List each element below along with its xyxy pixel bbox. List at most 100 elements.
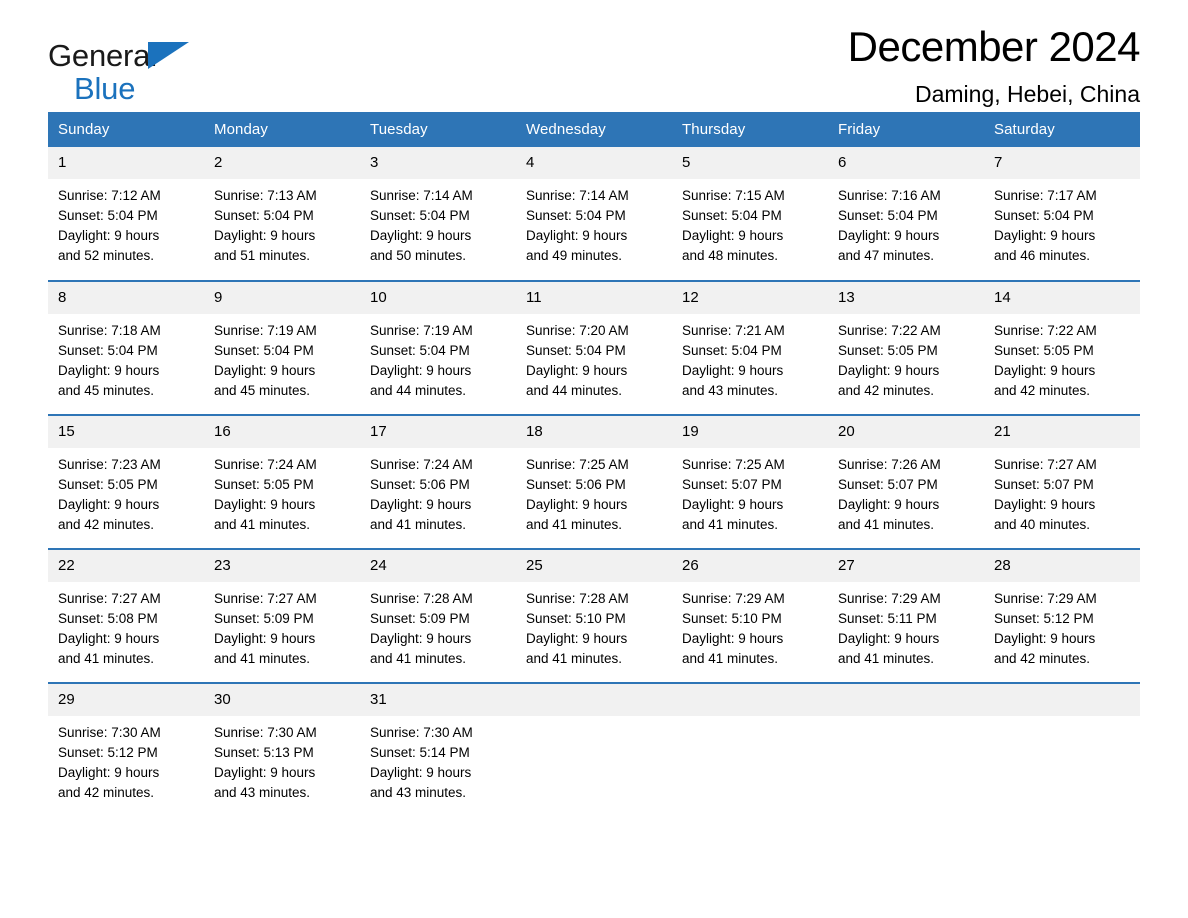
day-number: 22 — [48, 550, 204, 582]
page-header: General Blue December 2024 Daming, Hebei… — [48, 0, 1141, 112]
calendar-day-cell[interactable]: 6 Sunrise: 7:16 AM Sunset: 5:04 PM Daylight… — [828, 147, 984, 281]
sunrise-text: Sunrise: 7:29 AM — [682, 591, 785, 606]
sunset-text: Sunset: 5:04 PM — [214, 208, 314, 223]
calendar-day-cell-empty — [672, 682, 828, 817]
daylight-text-cont: and 41 minutes. — [838, 517, 935, 532]
calendar-day-cell[interactable]: 9 Sunrise: 7:19 AM Sunset: 5:04 PM Daylight… — [204, 280, 360, 415]
daylight-text-cont: and 42 minutes. — [58, 517, 155, 532]
day-number: 15 — [48, 416, 204, 448]
day-number — [984, 684, 1140, 716]
day-number: 16 — [204, 416, 360, 448]
calendar-day-cell[interactable]: 18 Sunrise: 7:25 AM Sunset: 5:06 PM Dayligh… — [516, 414, 672, 549]
calendar-day-cell[interactable]: 14 Sunrise: 7:22 AM Sunset: 5:05 PM Dayligh… — [984, 280, 1140, 415]
daylight-text-cont: and 41 minutes. — [838, 651, 935, 666]
daylight-text: Daylight: 9 hours — [838, 497, 940, 512]
calendar-day-cell[interactable]: 17 Sunrise: 7:24 AM Sunset: 5:06 PM Dayligh… — [360, 414, 516, 549]
daylight-text: Daylight: 9 hours — [58, 631, 160, 646]
calendar-day-cell[interactable]: 16 Sunrise: 7:24 AM Sunset: 5:05 PM Dayligh… — [204, 414, 360, 549]
daylight-text: Daylight: 9 hours — [526, 497, 628, 512]
day-number: 28 — [984, 550, 1140, 582]
calendar-day-cell[interactable]: 19 Sunrise: 7:25 AM Sunset: 5:07 PM Dayligh… — [672, 414, 828, 549]
daylight-text-cont: and 52 minutes. — [58, 248, 155, 263]
daylight-text: Daylight: 9 hours — [994, 363, 1096, 378]
sunrise-sunset-calendar-table: Sunday Monday Tuesday Wednesday Thursday… — [48, 112, 1140, 817]
calendar-day-cell[interactable]: 2 Sunrise: 7:13 AM Sunset: 5:04 PM Daylight… — [204, 147, 360, 281]
calendar-day-cell[interactable]: 28 Sunrise: 7:29 AM Sunset: 5:12 PM Dayligh… — [984, 548, 1140, 683]
sunset-text: Sunset: 5:04 PM — [214, 343, 314, 358]
calendar-day-cell[interactable]: 5 Sunrise: 7:15 AM Sunset: 5:04 PM Daylight… — [672, 147, 828, 281]
calendar-day-cell[interactable]: 26 Sunrise: 7:29 AM Sunset: 5:10 PM Dayligh… — [672, 548, 828, 683]
day-details: Sunrise: 7:27 AM Sunset: 5:08 PM Daylight:… — [48, 582, 204, 669]
calendar-day-cell[interactable]: 10 Sunrise: 7:19 AM Sunset: 5:04 PM Dayligh… — [360, 280, 516, 415]
sunrise-text: Sunrise: 7:27 AM — [994, 457, 1097, 472]
calendar-day-cell[interactable]: 12 Sunrise: 7:21 AM Sunset: 5:04 PM Dayligh… — [672, 280, 828, 415]
calendar-day-cell[interactable]: 29 Sunrise: 7:30 AM Sunset: 5:12 PM Dayligh… — [48, 682, 204, 817]
daylight-text-cont: and 41 minutes. — [682, 517, 779, 532]
sunrise-text: Sunrise: 7:30 AM — [370, 725, 473, 740]
calendar-day-cell[interactable]: 11 Sunrise: 7:20 AM Sunset: 5:04 PM Dayligh… — [516, 280, 672, 415]
calendar-day-cell[interactable]: 22 Sunrise: 7:27 AM Sunset: 5:08 PM Dayligh… — [48, 548, 204, 683]
calendar-day-cell[interactable]: 1 Sunrise: 7:12 AM Sunset: 5:04 PM Daylight… — [48, 147, 204, 281]
day-number: 17 — [360, 416, 516, 448]
calendar-day-cell[interactable]: 4 Sunrise: 7:14 AM Sunset: 5:04 PM Daylight… — [516, 147, 672, 281]
day-number: 10 — [360, 282, 516, 314]
sunset-text: Sunset: 5:04 PM — [994, 208, 1094, 223]
day-number: 6 — [828, 147, 984, 179]
calendar-body: 1 Sunrise: 7:12 AM Sunset: 5:04 PM Daylight… — [48, 147, 1140, 817]
day-details: Sunrise: 7:18 AM Sunset: 5:04 PM Daylight:… — [48, 314, 204, 401]
calendar-day-cell[interactable]: 31 Sunrise: 7:30 AM Sunset: 5:14 PM Dayligh… — [360, 682, 516, 817]
sunrise-text: Sunrise: 7:20 AM — [526, 323, 629, 338]
calendar-day-cell-empty — [516, 682, 672, 817]
sunset-text: Sunset: 5:12 PM — [994, 611, 1094, 626]
sunrise-text: Sunrise: 7:28 AM — [370, 591, 473, 606]
day-number: 9 — [204, 282, 360, 314]
column-header-sunday: Sunday — [48, 112, 204, 147]
sunrise-text: Sunrise: 7:25 AM — [526, 457, 629, 472]
daylight-text: Daylight: 9 hours — [214, 631, 316, 646]
day-details: Sunrise: 7:30 AM Sunset: 5:13 PM Daylight:… — [204, 716, 360, 803]
day-details: Sunrise: 7:26 AM Sunset: 5:07 PM Daylight:… — [828, 448, 984, 535]
calendar-day-cell[interactable]: 21 Sunrise: 7:27 AM Sunset: 5:07 PM Dayligh… — [984, 414, 1140, 549]
daylight-text-cont: and 43 minutes. — [370, 785, 467, 800]
calendar-day-cell[interactable]: 13 Sunrise: 7:22 AM Sunset: 5:05 PM Dayligh… — [828, 280, 984, 415]
calendar-week-row: 1 Sunrise: 7:12 AM Sunset: 5:04 PM Daylight… — [48, 147, 1140, 281]
day-details: Sunrise: 7:25 AM Sunset: 5:06 PM Daylight:… — [516, 448, 672, 535]
day-details: Sunrise: 7:19 AM Sunset: 5:04 PM Daylight:… — [360, 314, 516, 401]
sunset-text: Sunset: 5:05 PM — [838, 343, 938, 358]
sunrise-text: Sunrise: 7:26 AM — [838, 457, 941, 472]
calendar-week-row: 22 Sunrise: 7:27 AM Sunset: 5:08 PM Dayligh… — [48, 548, 1140, 683]
day-details: Sunrise: 7:14 AM Sunset: 5:04 PM Daylight:… — [360, 179, 516, 266]
generalblue-logo[interactable]: General Blue — [48, 40, 198, 106]
daylight-text: Daylight: 9 hours — [526, 363, 628, 378]
daylight-text-cont: and 41 minutes. — [526, 651, 623, 666]
calendar-day-cell[interactable]: 23 Sunrise: 7:27 AM Sunset: 5:09 PM Dayligh… — [204, 548, 360, 683]
calendar-day-cell[interactable]: 20 Sunrise: 7:26 AM Sunset: 5:07 PM Dayligh… — [828, 414, 984, 549]
daylight-text: Daylight: 9 hours — [838, 363, 940, 378]
daylight-text: Daylight: 9 hours — [58, 765, 160, 780]
location-subtitle: Daming, Hebei, China — [914, 81, 1140, 107]
daylight-text: Daylight: 9 hours — [58, 497, 160, 512]
calendar-day-cell[interactable]: 25 Sunrise: 7:28 AM Sunset: 5:10 PM Dayligh… — [516, 548, 672, 683]
day-number: 12 — [672, 282, 828, 314]
calendar-day-cell[interactable]: 3 Sunrise: 7:14 AM Sunset: 5:04 PM Daylight… — [360, 147, 516, 281]
calendar-day-cell[interactable]: 27 Sunrise: 7:29 AM Sunset: 5:11 PM Dayligh… — [828, 548, 984, 683]
day-number — [672, 684, 828, 716]
calendar-day-cell[interactable]: 30 Sunrise: 7:30 AM Sunset: 5:13 PM Dayligh… — [204, 682, 360, 817]
calendar-day-cell[interactable]: 15 Sunrise: 7:23 AM Sunset: 5:05 PM Dayligh… — [48, 414, 204, 549]
sunrise-text: Sunrise: 7:24 AM — [370, 457, 473, 472]
day-details: Sunrise: 7:28 AM Sunset: 5:10 PM Daylight:… — [516, 582, 672, 669]
day-details: Sunrise: 7:17 AM Sunset: 5:04 PM Daylight:… — [984, 179, 1140, 266]
column-header-wednesday: Wednesday — [516, 112, 672, 147]
calendar-day-cell[interactable]: 7 Sunrise: 7:17 AM Sunset: 5:04 PM Daylight… — [984, 147, 1140, 281]
day-details: Sunrise: 7:29 AM Sunset: 5:10 PM Daylight:… — [672, 582, 828, 669]
daylight-text: Daylight: 9 hours — [526, 228, 628, 243]
daylight-text-cont: and 42 minutes. — [994, 651, 1091, 666]
calendar-day-cell[interactable]: 8 Sunrise: 7:18 AM Sunset: 5:04 PM Daylight… — [48, 280, 204, 415]
daylight-text: Daylight: 9 hours — [370, 765, 472, 780]
daylight-text-cont: and 48 minutes. — [682, 248, 779, 263]
calendar-day-cell[interactable]: 24 Sunrise: 7:28 AM Sunset: 5:09 PM Dayligh… — [360, 548, 516, 683]
day-number: 11 — [516, 282, 672, 314]
sunrise-text: Sunrise: 7:21 AM — [682, 323, 785, 338]
triangle-flag-icon — [148, 42, 189, 69]
calendar-header-row: Sunday Monday Tuesday Wednesday Thursday… — [48, 112, 1140, 147]
